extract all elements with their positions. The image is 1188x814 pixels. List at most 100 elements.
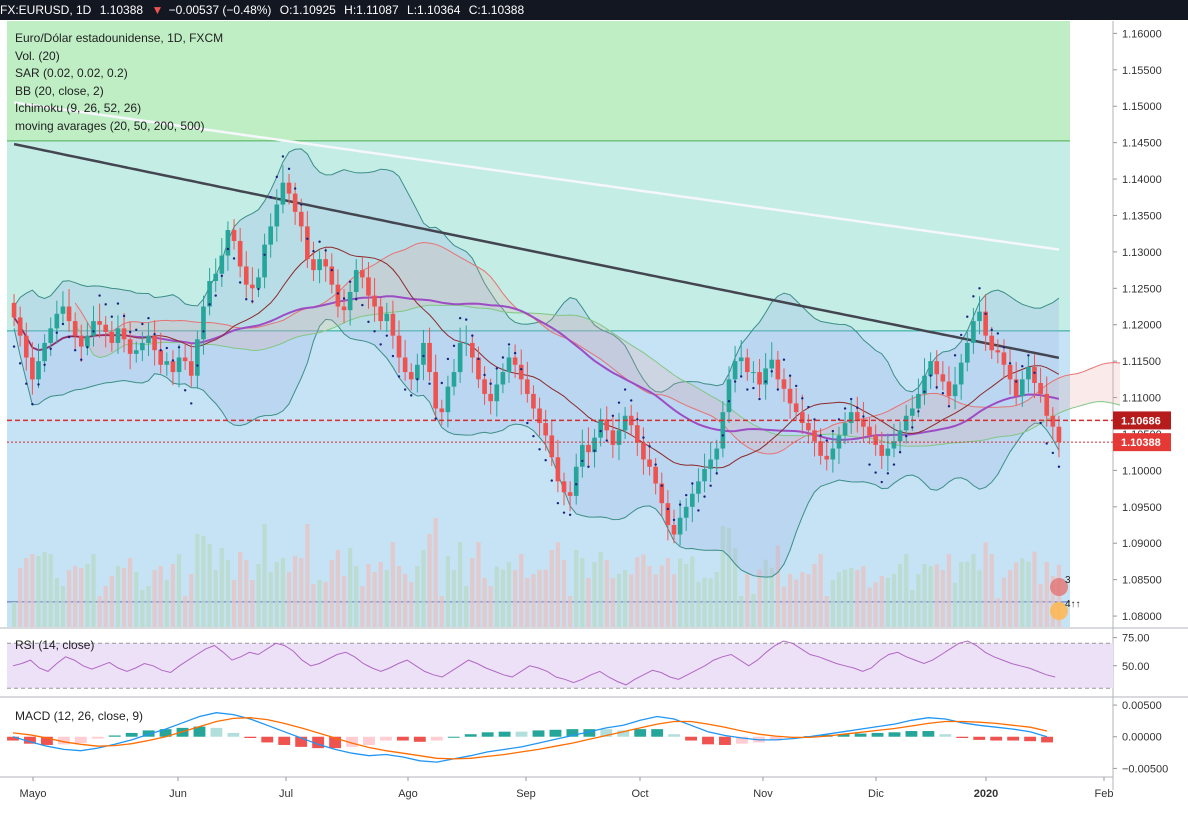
volume-bar bbox=[959, 562, 964, 627]
sar-dot bbox=[978, 287, 981, 290]
sar-dot bbox=[703, 495, 706, 498]
candle-body bbox=[42, 342, 47, 362]
candle-body bbox=[824, 455, 830, 460]
candle-body bbox=[219, 255, 225, 274]
volume-bar bbox=[928, 566, 933, 627]
candle-body bbox=[1056, 426, 1062, 442]
candle-body bbox=[977, 311, 982, 322]
volume-bar bbox=[952, 582, 958, 627]
sar-dot bbox=[171, 359, 175, 362]
legend-item-volume[interactable]: Vol. (20) bbox=[15, 48, 223, 66]
macd-tick-label: 0.00500 bbox=[1122, 700, 1162, 712]
sar-dot bbox=[147, 316, 150, 320]
x-tick-label: 2020 bbox=[974, 788, 998, 800]
candle-body bbox=[964, 342, 970, 363]
legend-item-ichimoku[interactable]: Ichimoku (9, 26, 52, 26) bbox=[15, 100, 223, 118]
candle-body bbox=[909, 408, 915, 416]
sar-dot bbox=[226, 247, 230, 251]
macd-histogram-bar bbox=[990, 736, 1003, 741]
legend-item-moving-averages[interactable]: moving avarages (20, 50, 200, 500) bbox=[15, 118, 223, 136]
sar-dot bbox=[874, 471, 877, 474]
candle-body bbox=[439, 408, 445, 413]
macd-histogram-bar bbox=[532, 730, 545, 737]
volume-bar bbox=[977, 570, 982, 627]
candle-body bbox=[127, 339, 133, 354]
volume-bar bbox=[849, 568, 854, 627]
candle-body bbox=[775, 359, 781, 380]
volume-bar bbox=[708, 578, 713, 627]
sar-dot bbox=[929, 374, 932, 377]
macd-pane-title[interactable]: MACD (12, 26, close, 9) bbox=[15, 709, 143, 723]
candle-body bbox=[873, 435, 878, 445]
x-tick-label: Oct bbox=[631, 788, 648, 800]
volume-bar bbox=[543, 569, 548, 627]
y-tick-label: 1.09500 bbox=[1122, 502, 1162, 514]
sar-dot bbox=[715, 472, 718, 475]
sar-dot bbox=[128, 330, 132, 334]
legend-item-sar[interactable]: SAR (0.02, 0.02, 0.2) bbox=[15, 65, 223, 83]
y-tick-label: 1.12000 bbox=[1122, 320, 1162, 332]
candle-body bbox=[335, 284, 341, 307]
sar-dot bbox=[110, 315, 114, 318]
volume-bar bbox=[653, 574, 658, 627]
volume-bar bbox=[286, 572, 292, 627]
sar-dot bbox=[86, 346, 89, 349]
macd-histogram-bar bbox=[91, 736, 104, 739]
sar-dot bbox=[972, 295, 975, 298]
volume-bar bbox=[470, 558, 475, 627]
sar-dot bbox=[801, 397, 804, 400]
sar-dot bbox=[165, 346, 169, 350]
candle-body bbox=[17, 317, 23, 336]
macd-histogram-bar bbox=[74, 736, 87, 744]
candle-body bbox=[555, 457, 561, 482]
sar-dot bbox=[238, 281, 242, 284]
candle-body bbox=[158, 350, 164, 365]
sar-dot bbox=[886, 472, 890, 475]
sar-dot bbox=[733, 380, 737, 383]
volume-bar bbox=[1020, 558, 1025, 627]
sar-dot bbox=[593, 449, 596, 452]
macd-histogram-bar bbox=[108, 735, 121, 737]
legend-title[interactable]: Euro/Dólar estadounidense, 1D, FXCM bbox=[15, 30, 223, 48]
sar-dot bbox=[966, 315, 969, 318]
sar-dot bbox=[177, 346, 181, 349]
legend-item-bb[interactable]: BB (20, close, 2) bbox=[15, 83, 223, 101]
sar-dot bbox=[1033, 371, 1036, 375]
sar-dot bbox=[245, 298, 248, 301]
macd-histogram-bar bbox=[430, 736, 443, 741]
sar-dot bbox=[752, 386, 755, 390]
sar-dot bbox=[196, 364, 199, 367]
sar-dot bbox=[807, 405, 810, 409]
volume-bar bbox=[739, 596, 744, 627]
sar-dot bbox=[568, 513, 572, 517]
rsi-tick-label: 50.00 bbox=[1122, 661, 1150, 673]
candle-body bbox=[622, 415, 628, 431]
candle-body bbox=[366, 277, 371, 296]
volume-bar bbox=[665, 558, 671, 627]
volume-bar bbox=[409, 582, 414, 627]
candle-body bbox=[738, 357, 744, 362]
macd-histogram-bar bbox=[973, 736, 986, 740]
volume-bar bbox=[115, 566, 121, 627]
sar-dot bbox=[898, 450, 902, 454]
sar-dot bbox=[49, 347, 52, 350]
candle-body bbox=[500, 372, 506, 385]
x-tick-label: Nov bbox=[753, 788, 773, 800]
candle-body bbox=[635, 425, 640, 443]
volume-bar bbox=[549, 550, 554, 627]
macd-histogram-bar bbox=[227, 732, 240, 737]
volume-bar bbox=[671, 574, 677, 627]
sar-dot bbox=[483, 373, 486, 377]
macd-histogram-bar bbox=[1041, 736, 1053, 743]
sar-dot bbox=[422, 354, 425, 358]
volume-bar bbox=[891, 574, 897, 627]
rsi-pane-title[interactable]: RSI (14, close) bbox=[15, 638, 94, 652]
candle-body bbox=[470, 342, 475, 358]
earnings-count: 3 bbox=[1065, 575, 1071, 586]
candle-body bbox=[415, 364, 420, 380]
sar-dot bbox=[18, 362, 22, 365]
sar-dot bbox=[825, 439, 828, 442]
indicator-legend: Euro/Dólar estadounidense, 1D, FXCM Vol.… bbox=[15, 30, 223, 136]
sar-dot bbox=[214, 294, 217, 297]
rsi-band bbox=[7, 643, 1113, 689]
